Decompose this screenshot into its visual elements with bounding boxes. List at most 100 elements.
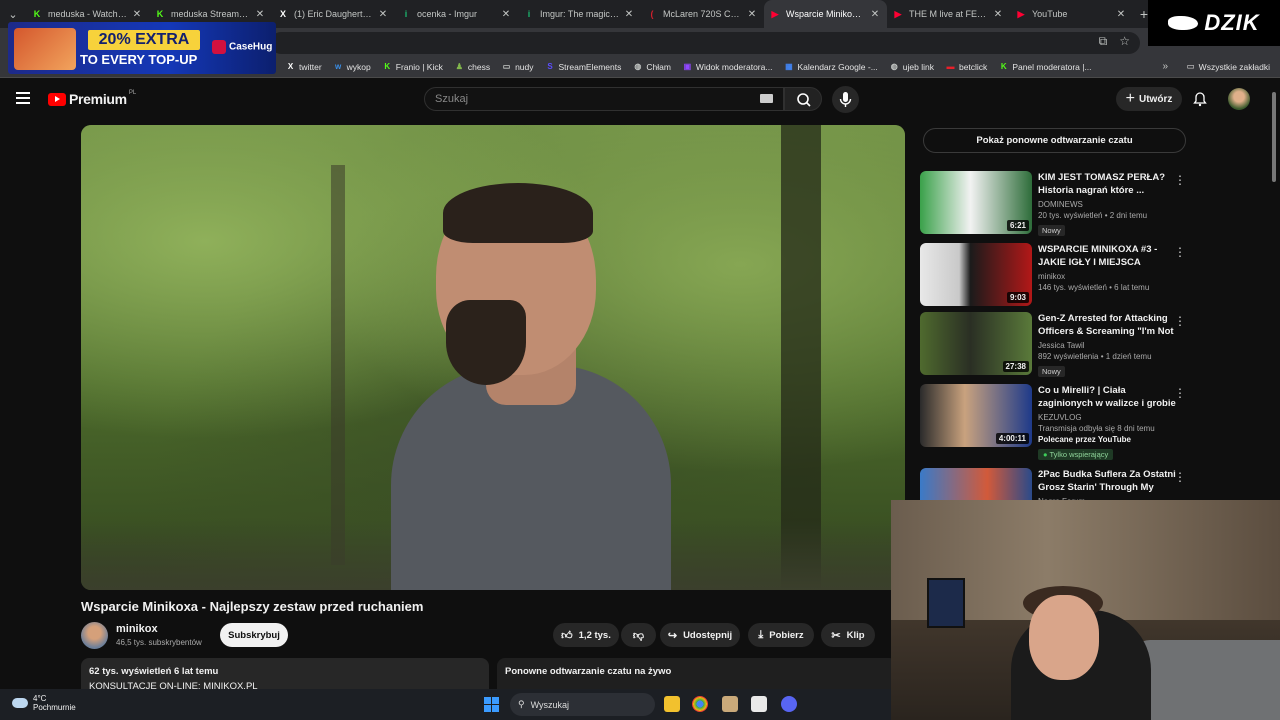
recommended-video[interactable]: 6:21 KIM JEST TOMASZ PERŁA? Historia nagr… xyxy=(920,171,1190,236)
browser-tab[interactable]: (McLaren 720S Coupe ✕ xyxy=(641,0,764,28)
browser-tab[interactable]: i Imgur: The magic of t ✕ xyxy=(518,0,641,28)
video-thumbnail[interactable]: 4:00:11 xyxy=(920,384,1032,447)
bookmark-favicon-icon: ◍ xyxy=(634,62,642,71)
taskbar-search[interactable]: ⚲ Wyszukaj xyxy=(510,693,655,716)
channel-avatar[interactable] xyxy=(81,622,108,649)
app-icon[interactable] xyxy=(722,696,738,712)
recommended-video[interactable]: 4:00:11 Co u Mirelli? | Ciała zaginionych… xyxy=(920,384,1190,460)
bookmark-item[interactable]: ▦ Kalendarz Google -... xyxy=(784,62,878,72)
create-button[interactable]: + Utwórz xyxy=(1116,87,1182,111)
like-button[interactable]: 👍︎ 1,2 tys. xyxy=(553,623,619,647)
bookmark-label: chess xyxy=(467,61,491,72)
bookmark-item[interactable]: K Franio | Kick xyxy=(383,62,442,72)
bookmark-item[interactable]: ◍ Chłam xyxy=(633,62,671,72)
like-count: 1,2 tys. xyxy=(578,629,611,641)
tab-favicon-icon: ( xyxy=(650,9,654,19)
taskbar-search-label: Wyszukaj xyxy=(530,699,570,710)
browser-tab[interactable]: ▶ Wsparcie Minikoxa - ✕ xyxy=(764,0,887,28)
close-tab-icon[interactable]: ✕ xyxy=(1115,9,1127,20)
app-icon-2[interactable] xyxy=(751,696,767,712)
close-tab-icon[interactable]: ✕ xyxy=(623,9,635,20)
video-player[interactable] xyxy=(81,125,905,590)
close-tab-icon[interactable]: ✕ xyxy=(500,9,512,20)
tab-favicon-icon: K xyxy=(156,9,164,19)
video-thumbnail[interactable]: 6:21 xyxy=(920,171,1032,234)
discord-icon[interactable] xyxy=(781,696,797,712)
browser-tab[interactable]: X (1) Eric Daugherty w ✕ xyxy=(272,0,395,28)
close-tab-icon[interactable]: ✕ xyxy=(377,9,389,20)
close-tab-icon[interactable]: ✕ xyxy=(254,9,266,20)
account-avatar[interactable] xyxy=(1228,88,1250,110)
tab-favicon-icon: ▶ xyxy=(894,9,902,19)
view-and-date: 62 tys. wyświetleń 6 lat temu xyxy=(89,666,219,677)
search-button[interactable] xyxy=(784,87,822,111)
recommended-title[interactable]: WSPARCIE MINIKOXA #3 - JAKIE IGŁY I MIEJ… xyxy=(1038,243,1178,269)
bookmark-item[interactable]: ▬ betclick xyxy=(946,62,987,72)
file-explorer-icon[interactable] xyxy=(664,696,680,712)
browser-tab[interactable]: ▶ THE M live at FESTIV ✕ xyxy=(887,0,1010,28)
microphone-icon xyxy=(839,92,852,107)
bookmark-item[interactable]: ♟ chess xyxy=(455,62,490,72)
download-button[interactable]: ⤓ Pobierz xyxy=(748,623,814,647)
windows-start-icon[interactable] xyxy=(484,697,499,712)
bookmark-item[interactable]: ▣ Widok moderatora... xyxy=(683,62,773,72)
close-tab-icon[interactable]: ✕ xyxy=(746,9,758,20)
menu-icon[interactable] xyxy=(16,92,30,107)
bookmark-item[interactable]: Xtwitter xyxy=(286,62,322,72)
channel-name[interactable]: minikox xyxy=(116,623,158,635)
show-chat-replay-button[interactable]: Pokaż ponowne odtwarzanie czatu xyxy=(923,128,1186,153)
address-bar[interactable] xyxy=(270,32,1140,54)
page-scrollbar[interactable] xyxy=(1271,86,1277,506)
recommended-channel[interactable]: KEZUVLOG xyxy=(1038,413,1178,422)
recommended-title[interactable]: KIM JEST TOMASZ PERŁA? Historia nagrań k… xyxy=(1038,171,1178,197)
create-label: Utwórz xyxy=(1139,93,1173,105)
recommended-meta: 20 tys. wyświetleń • 2 dni temu xyxy=(1038,211,1148,220)
recommended-channel[interactable]: minikox xyxy=(1038,272,1178,281)
close-tab-icon[interactable]: ✕ xyxy=(992,9,1004,20)
search-input[interactable]: Szukaj xyxy=(424,87,784,111)
scrollbar-thumb[interactable] xyxy=(1272,92,1276,182)
recommended-video[interactable]: 27:38 Gen-Z Arrested for Attacking Office… xyxy=(920,312,1190,377)
voice-search-button[interactable] xyxy=(832,86,859,113)
bookmark-item[interactable]: ◍ ujeb link xyxy=(890,62,934,72)
bookmark-favicon-icon: S xyxy=(547,62,553,71)
weather-widget[interactable]: 4°C Pochmurnie xyxy=(12,694,76,712)
bookmark-item[interactable]: w wykop xyxy=(334,62,371,72)
video-thumbnail[interactable]: 27:38 xyxy=(920,312,1032,375)
close-tab-icon[interactable]: ✕ xyxy=(869,9,881,20)
recommended-title[interactable]: 2Pac Budka Suflera Za Ostatni Grosz Star… xyxy=(1038,468,1178,494)
recommended-video[interactable]: 9:03 WSPARCIE MINIKOXA #3 - JAKIE IGŁY I … xyxy=(920,243,1190,307)
bookmarks-overflow-icon[interactable]: » xyxy=(1162,61,1168,72)
clip-button[interactable]: ✂ Klip xyxy=(821,623,875,647)
bookmark-item[interactable]: S StreamElements xyxy=(546,62,621,72)
live-chat-replay-label: Ponowne odtwarzanie czatu na żywo xyxy=(505,666,672,677)
more-options-icon[interactable]: ⋮ xyxy=(1174,173,1186,187)
recommended-title[interactable]: Co u Mirelli? | Ciała zaginionych w wali… xyxy=(1038,384,1178,410)
more-options-icon[interactable]: ⋮ xyxy=(1174,386,1186,400)
all-bookmarks-folder[interactable]: ▭ Wszystkie zakładki xyxy=(1187,61,1270,72)
bookmark-item[interactable]: K Panel moderatora |... xyxy=(999,62,1092,72)
install-app-icon[interactable]: ⧉ xyxy=(1099,34,1108,49)
more-options-icon[interactable]: ⋮ xyxy=(1174,314,1186,328)
chrome-icon[interactable] xyxy=(692,696,708,712)
video-thumbnail[interactable]: 9:03 xyxy=(920,243,1032,306)
video-person-beard xyxy=(446,300,526,385)
recommended-channel[interactable]: DOMINEWS xyxy=(1038,200,1178,209)
bookmark-star-icon[interactable]: ☆ xyxy=(1119,34,1130,49)
bookmark-favicon-icon: ▬ xyxy=(946,62,955,71)
keyboard-icon[interactable] xyxy=(760,94,773,103)
close-tab-icon[interactable]: ✕ xyxy=(131,9,143,20)
subscribe-button[interactable]: Subskrybuj xyxy=(220,623,288,647)
webcam-monitor xyxy=(927,578,965,628)
recommended-title[interactable]: Gen-Z Arrested for Attacking Officers & … xyxy=(1038,312,1178,338)
browser-tab[interactable]: ▶ YouTube ✕ xyxy=(1010,0,1133,28)
recommended-channel[interactable]: Jessica Tawil xyxy=(1038,341,1178,350)
youtube-logo[interactable]: Premium PL xyxy=(48,90,136,107)
browser-tab[interactable]: i ocenka - Imgur ✕ xyxy=(395,0,518,28)
dislike-button[interactable]: 👎︎ xyxy=(621,623,656,647)
notifications-bell-icon[interactable] xyxy=(1192,91,1208,107)
share-button[interactable]: ↪ Udostępnij xyxy=(660,623,740,647)
bookmark-item[interactable]: ▭ nudy xyxy=(502,62,534,72)
more-options-icon[interactable]: ⋮ xyxy=(1174,470,1186,484)
more-options-icon[interactable]: ⋮ xyxy=(1174,245,1186,259)
